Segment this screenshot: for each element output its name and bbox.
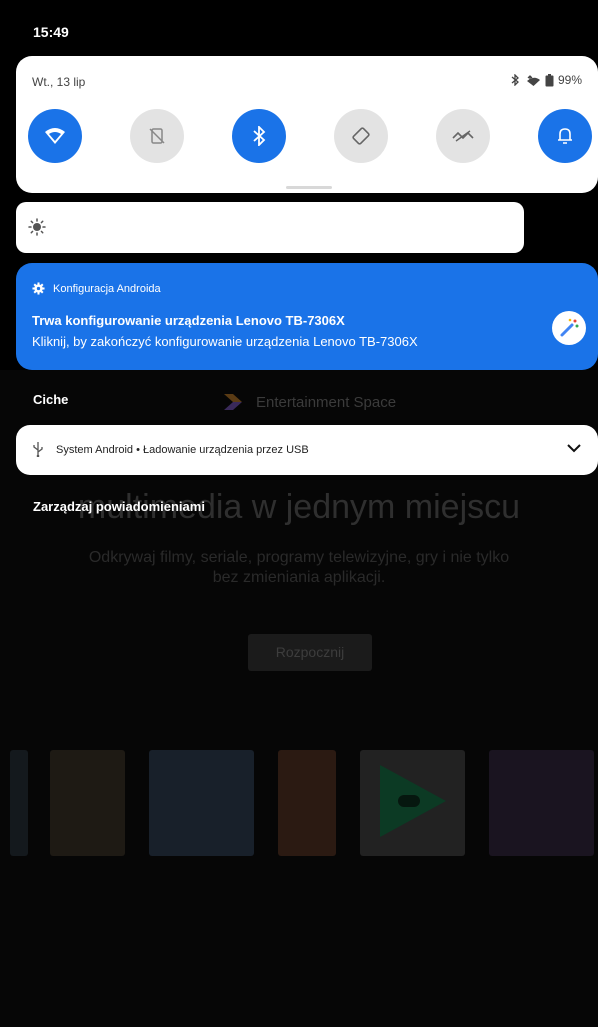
- auto-rotate-tile[interactable]: [334, 109, 388, 163]
- background-subtitle: Odkrywaj filmy, seriale, programy telewi…: [0, 548, 598, 588]
- notification-bell-icon: [558, 128, 572, 144]
- play-games-logo: [380, 765, 446, 837]
- notification-text: Kliknij, by zakończyć konfigurowanie urz…: [32, 334, 418, 349]
- background-subtitle-line-2: bez zmieniania aplikacji.: [212, 569, 386, 586]
- gear-icon: [32, 282, 45, 295]
- background-subtitle-line-1: Odkrywaj filmy, seriale, programy telewi…: [88, 549, 510, 566]
- drag-handle[interactable]: [286, 186, 332, 189]
- do-not-disturb-tile[interactable]: [538, 109, 592, 163]
- status-icons: 99%: [511, 73, 582, 87]
- battery-level: 99%: [557, 73, 582, 87]
- auto-rotate-icon: [352, 127, 370, 145]
- status-bar: 15:49: [0, 0, 598, 56]
- notification-title: Trwa konfigurowanie urządzenia Lenovo TB…: [32, 313, 345, 328]
- notification-app-name: Konfiguracja Androida: [53, 282, 161, 295]
- wifi-status-icon: [526, 74, 540, 86]
- brightness-slider[interactable]: [16, 202, 524, 253]
- data-saver-icon: [452, 130, 474, 142]
- usb-icon: [33, 442, 43, 457]
- background-tile: [149, 750, 254, 856]
- wifi-icon: [45, 128, 65, 144]
- background-brand: Entertainment Space: [224, 394, 396, 411]
- usb-notification[interactable]: System Android • Ładowanie urządzenia pr…: [16, 425, 598, 475]
- data-saver-tile[interactable]: [436, 109, 490, 163]
- notification-app-header: Konfiguracja Androida: [32, 282, 161, 295]
- background-start-button: Rozpocznij: [248, 634, 372, 671]
- usb-notification-text: System Android • Ładowanie urządzenia pr…: [56, 444, 309, 456]
- rotation-lock-icon: [149, 128, 165, 144]
- rotation-lock-tile[interactable]: [130, 109, 184, 163]
- chevron-down-icon[interactable]: [566, 442, 582, 454]
- quick-settings-panel: Wt., 13 lip 99%: [16, 56, 598, 193]
- date: Wt., 13 lip: [32, 75, 86, 89]
- setup-wand-icon: [552, 311, 586, 345]
- brightness-icon: [28, 218, 46, 236]
- battery-icon: [545, 73, 554, 86]
- background-tile: [50, 750, 125, 856]
- bluetooth-icon: [253, 126, 266, 146]
- entertainment-space-logo: [224, 394, 242, 410]
- bluetooth-status-icon: [511, 74, 519, 86]
- manage-notifications-button[interactable]: Zarządzaj powiadomieniami: [33, 499, 205, 514]
- background-tile: [278, 750, 336, 856]
- setup-notification[interactable]: Konfiguracja Androida Trwa konfigurowani…: [16, 263, 598, 370]
- background-tile: [489, 750, 594, 856]
- background-brand-label: Entertainment Space: [256, 394, 397, 411]
- background-tile: [10, 750, 28, 856]
- clock: 15:49: [33, 24, 69, 40]
- bluetooth-tile[interactable]: [232, 109, 286, 163]
- silent-section-header: Ciche: [33, 392, 69, 407]
- wifi-tile[interactable]: [28, 109, 82, 163]
